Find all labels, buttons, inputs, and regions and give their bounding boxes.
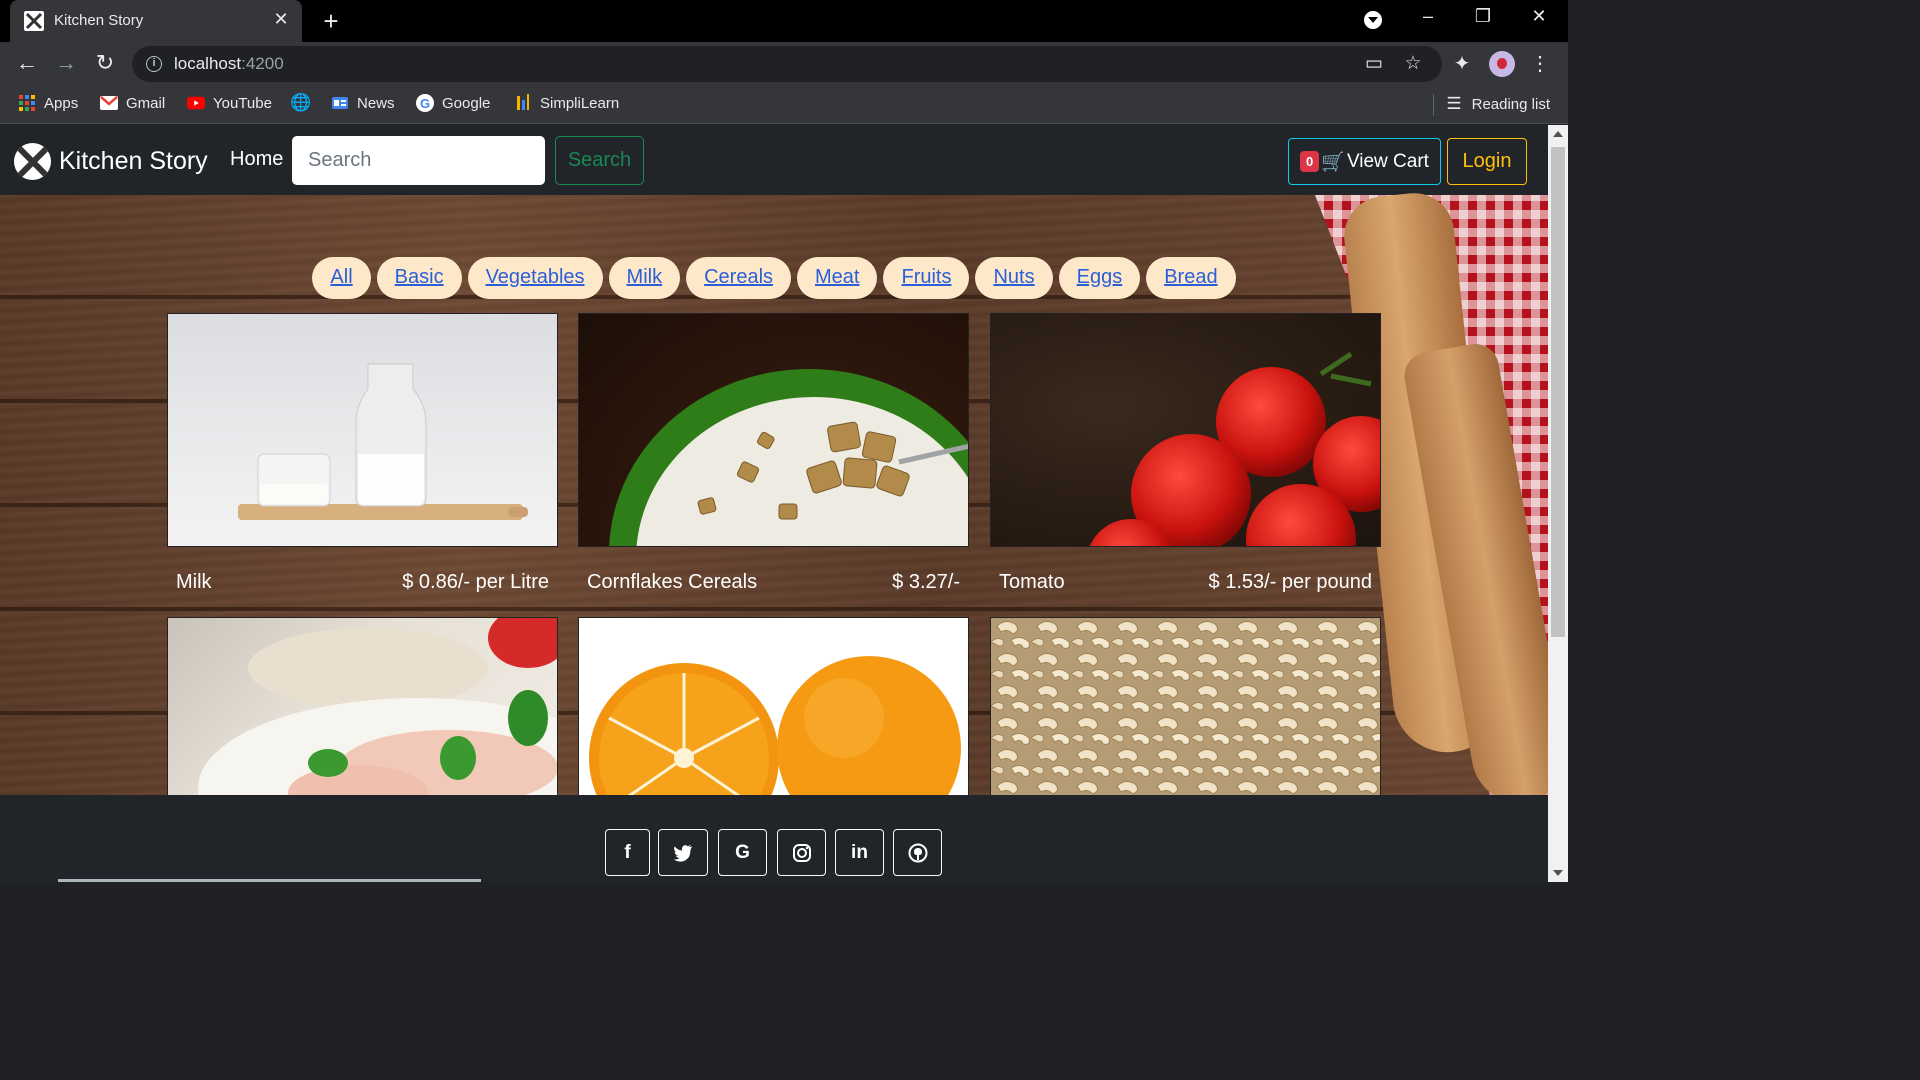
profile-avatar[interactable] (1489, 51, 1515, 77)
category-meat[interactable]: Meat (797, 257, 878, 299)
forward-icon[interactable]: → (53, 50, 79, 76)
page-viewport: Kitchen Story Home Search 0 🛒 View Cart … (0, 125, 1548, 882)
bookmark-globe[interactable]: 🌐 (290, 93, 312, 112)
gmail-icon (100, 94, 118, 112)
scroll-down-arrow-icon[interactable] (1553, 870, 1563, 876)
search-input[interactable] (292, 136, 545, 185)
vertical-scrollbar[interactable] (1548, 125, 1568, 882)
reading-list[interactable]: ☰ Reading list (1446, 94, 1550, 114)
scroll-up-arrow-icon[interactable] (1553, 131, 1563, 137)
search-button[interactable]: Search (555, 136, 644, 185)
url-text: localhost:4200 (174, 54, 284, 73)
cart-label: View Cart (1346, 150, 1429, 172)
close-window-icon[interactable]: ✕ (1524, 6, 1554, 27)
product-image-orange[interactable] (578, 617, 969, 807)
browser-toolbar: ← → ↻ i localhost:4200 ▭ ☆ ✦ ⋮ (0, 42, 1568, 86)
cart-icon: 🛒 (1321, 151, 1345, 173)
brand[interactable]: Kitchen Story (14, 143, 208, 180)
bookmark-label: YouTube (213, 94, 272, 112)
github-icon[interactable] (893, 829, 942, 876)
address-bar[interactable]: i localhost:4200 ▭ ☆ (132, 46, 1442, 82)
globe-icon: 🌐 (290, 93, 312, 112)
site-navbar: Kitchen Story Home Search 0 🛒 View Cart … (0, 125, 1548, 195)
reading-list-label: Reading list (1471, 95, 1550, 113)
bookmark-label: Gmail (126, 94, 166, 112)
minimize-icon[interactable]: – (1413, 6, 1443, 27)
product-price: $ 0.86/- per Litre (402, 571, 549, 593)
product-name: Milk (176, 571, 212, 593)
horizontal-scroll-indicator (58, 879, 481, 882)
tab-search-icon[interactable] (1364, 11, 1382, 29)
category-bread[interactable]: Bread (1146, 257, 1236, 299)
bookmark-google[interactable]: G Google (416, 94, 490, 112)
site-info-icon[interactable]: i (146, 56, 162, 72)
product-image-chicken[interactable] (167, 617, 558, 807)
category-eggs[interactable]: Eggs (1058, 257, 1141, 299)
reload-icon[interactable]: ↻ (92, 50, 118, 76)
bookmark-label: Apps (44, 94, 79, 112)
bookmark-label: SimpliLearn (540, 94, 620, 112)
product-image-tomato[interactable] (990, 313, 1381, 547)
bookmark-label: Google (442, 94, 491, 112)
bookmark-news[interactable]: News (331, 94, 395, 112)
new-tab-icon[interactable]: + (318, 6, 344, 37)
google-icon[interactable]: G (718, 829, 767, 876)
category-all[interactable]: All (312, 257, 371, 299)
news-icon (331, 94, 349, 112)
twitter-icon[interactable] (658, 829, 708, 876)
category-vegetables[interactable]: Vegetables (467, 257, 603, 299)
reading-list-icon: ☰ (1446, 94, 1462, 113)
bookmarks-divider (1433, 94, 1434, 116)
menu-kebab-icon[interactable]: ⋮ (1530, 51, 1550, 76)
product-image-cornflakes[interactable] (578, 313, 969, 547)
bookmark-simplilearn[interactable]: SimpliLearn (514, 94, 619, 112)
bookmark-youtube[interactable]: YouTube (187, 94, 272, 112)
product-name: Cornflakes Cereals (587, 571, 758, 593)
bookmark-apps[interactable]: Apps (18, 94, 78, 112)
tab-close-icon[interactable]: ✕ (270, 9, 292, 30)
install-app-icon[interactable]: ▭ (1362, 52, 1386, 75)
bookmarks-bar: Apps Gmail YouTube 🌐 News G Google Simpl… (0, 86, 1568, 124)
category-basic[interactable]: Basic (376, 257, 462, 299)
browser-tab[interactable]: Kitchen Story ✕ (10, 0, 302, 42)
tab-favicon-icon (24, 11, 44, 31)
nav-home-link[interactable]: Home (230, 148, 283, 171)
product-price: $ 3.27/- (892, 571, 960, 593)
bookmark-label: News (357, 94, 395, 112)
tab-title: Kitchen Story (54, 12, 144, 29)
login-button[interactable]: Login (1447, 138, 1527, 185)
category-fruits[interactable]: Fruits (883, 257, 970, 299)
product-image-milk[interactable] (167, 313, 558, 547)
google-icon: G (416, 94, 434, 112)
category-cereals[interactable]: Cereals (686, 257, 792, 299)
view-cart-button[interactable]: 0 🛒 View Cart (1288, 138, 1441, 185)
bookmark-star-icon[interactable]: ☆ (1401, 52, 1425, 75)
brand-name: Kitchen Story (59, 147, 208, 175)
extensions-icon[interactable]: ✦ (1450, 51, 1474, 76)
category-nuts[interactable]: Nuts (975, 257, 1053, 299)
category-filter-bar: All Basic Vegetables Milk Cereals Meat F… (0, 257, 1548, 299)
simplilearn-icon (514, 94, 532, 112)
apps-grid-icon (18, 94, 36, 112)
restore-icon[interactable]: ❐ (1468, 6, 1498, 27)
linkedin-icon[interactable]: in (835, 829, 884, 876)
product-price: $ 1.53/- per pound (1208, 571, 1372, 593)
product-name: Tomato (999, 571, 1065, 593)
back-icon[interactable]: ← (14, 50, 40, 76)
browser-tab-bar: Kitchen Story ✕ + – ❐ ✕ (0, 0, 1568, 42)
facebook-icon[interactable]: f (605, 829, 650, 876)
bookmark-gmail[interactable]: Gmail (100, 94, 165, 112)
category-milk[interactable]: Milk (608, 257, 681, 299)
cart-count-badge: 0 (1300, 151, 1320, 172)
brand-logo-icon (14, 143, 51, 180)
youtube-icon (187, 94, 205, 112)
site-footer: f G in (0, 795, 1548, 882)
scrollbar-thumb[interactable] (1551, 147, 1565, 637)
instagram-icon[interactable] (777, 829, 826, 876)
product-image-cashew[interactable] (990, 617, 1381, 807)
